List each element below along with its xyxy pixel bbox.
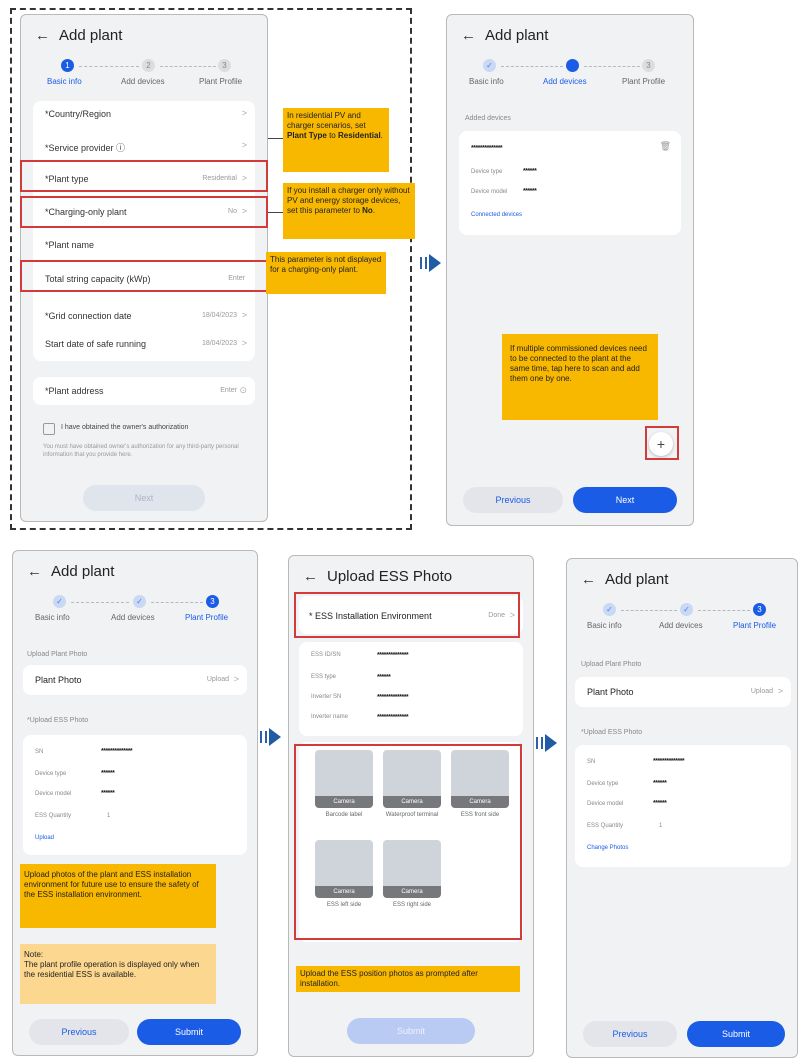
note-charging-only: If you install a charger only without PV…	[283, 183, 415, 239]
device-sn: **************	[471, 145, 503, 152]
note-profile-residential-ess: Note: The plant profile operation is dis…	[20, 944, 216, 1004]
step-1-check-icon: ✓	[483, 59, 496, 72]
submit-button[interactable]: Submit	[137, 1019, 241, 1045]
next-button[interactable]: Next	[83, 485, 205, 511]
plant-photo-card[interactable]: Plant Photo Upload >	[23, 665, 247, 695]
page-title: Add plant	[59, 27, 123, 44]
note-ess-position-photos: Upload the ESS position photos as prompt…	[296, 966, 520, 992]
connected-devices-link[interactable]: Connected devices	[471, 212, 522, 218]
section-upload-ess-photo: *Upload ESS Photo	[27, 717, 89, 724]
step-1-check-icon: ✓	[603, 603, 616, 616]
delete-icon[interactable]: 🗑	[660, 141, 671, 152]
highlight-total-capacity	[20, 260, 268, 292]
authorization-note: You must have obtained owner's authoriza…	[43, 444, 239, 458]
step-label-devices: Add devices	[121, 77, 165, 86]
stepper: ✓ 3 Basic info Add devices Plant Profile	[447, 59, 693, 99]
section-upload-ess-photo: *Upload ESS Photo	[581, 729, 643, 736]
ess-info-card: ESS ID/SN ************** ESS type ******…	[299, 642, 523, 736]
chevron-right-icon: >	[241, 338, 247, 348]
row-service-provider[interactable]: *Service provider ⓘ >	[33, 135, 255, 157]
section-upload-plant-photo: Upload Plant Photo	[27, 651, 88, 658]
device-card: ************** 🗑 Device type ****** Devi…	[459, 131, 681, 235]
back-arrow-icon[interactable]: ←	[461, 27, 476, 44]
plant-photo-card[interactable]: Plant Photo Upload >	[575, 677, 791, 707]
step-label-basic: Basic info	[587, 621, 622, 630]
previous-button[interactable]: Previous	[29, 1019, 129, 1045]
ess-card: SN ************** Device type ****** Dev…	[23, 735, 247, 855]
stepper: 1 2 3 Basic info Add devices Plant Profi…	[21, 59, 267, 99]
row-safe-running-date[interactable]: Start date of safe running 18/04/2023 >	[33, 333, 255, 355]
change-photos-link[interactable]: Change Photos	[587, 845, 628, 851]
dates-card: *Grid connection date 18/04/2023 > Start d…	[33, 301, 255, 361]
step-2-dot	[566, 59, 579, 72]
step-3-dot: 3	[642, 59, 655, 72]
step-2-dot: 2	[142, 59, 155, 72]
row-grid-connection-date[interactable]: *Grid connection date 18/04/2023 >	[33, 305, 255, 327]
page-title: Upload ESS Photo	[327, 568, 453, 585]
step-3-dot: 3	[753, 603, 766, 616]
authorization-checkbox[interactable]	[43, 423, 55, 435]
step-label-profile: Plant Profile	[185, 613, 229, 622]
step-2-check-icon: ✓	[133, 595, 146, 608]
chevron-right-icon: >	[241, 310, 247, 320]
step-label-profile: Plant Profile	[199, 77, 243, 86]
step-label-devices: Add devices	[111, 613, 155, 622]
flow-arrow-right-icon	[536, 734, 558, 752]
note-total-capacity: This parameter is not displayed for a ch…	[266, 252, 386, 294]
chevron-right-icon: >	[241, 140, 247, 150]
row-plant-name[interactable]: *Plant name	[33, 234, 255, 256]
step-label-profile: Plant Profile	[622, 77, 666, 86]
highlight-add-device	[645, 426, 679, 460]
step-label-basic: Basic info	[35, 613, 70, 622]
submit-button[interactable]: Submit	[687, 1021, 785, 1047]
authorization-label: I have obtained the owner's authorizatio…	[61, 424, 189, 431]
highlight-ess-env	[294, 592, 520, 638]
step-1-dot: 1	[61, 59, 74, 72]
chevron-right-icon: >	[233, 674, 239, 684]
step-label-basic: Basic info	[469, 77, 504, 86]
row-plant-address[interactable]: *Plant address Enter ⊙	[33, 380, 255, 402]
submit-button[interactable]: Submit	[347, 1018, 475, 1044]
screen-add-plant-profile-done: ← Add plant ✓ ✓ 3 Basic info Add devices…	[566, 558, 798, 1058]
upload-link[interactable]: Upload	[35, 835, 54, 841]
address-card: *Plant address Enter ⊙	[33, 377, 255, 405]
page-title: Add plant	[605, 571, 669, 588]
flow-arrow-right-icon	[420, 254, 442, 272]
step-2-check-icon: ✓	[680, 603, 693, 616]
back-arrow-icon[interactable]: ←	[581, 571, 596, 588]
section-upload-plant-photo: Upload Plant Photo	[581, 661, 642, 668]
note-upload-photos: Upload photos of the plant and ESS insta…	[20, 864, 216, 928]
next-button[interactable]: Next	[573, 487, 677, 513]
step-label-devices: Add devices	[543, 77, 587, 86]
step-label-profile: Plant Profile	[733, 621, 777, 630]
stepper: ✓ ✓ 3 Basic info Add devices Plant Profi…	[567, 603, 797, 643]
note-scan-devices: If multiple commissioned devices need to…	[502, 334, 658, 420]
section-added-devices: Added devices	[465, 115, 511, 122]
note-plant-type: In residential PV and charger scenarios,…	[283, 108, 389, 172]
highlight-charging-only	[20, 196, 268, 228]
step-1-check-icon: ✓	[53, 595, 66, 608]
step-3-dot: 3	[206, 595, 219, 608]
chevron-right-icon: >	[241, 108, 247, 118]
page-title: Add plant	[51, 563, 115, 580]
back-arrow-icon[interactable]: ←	[27, 563, 42, 580]
flow-arrow-right-icon	[260, 728, 282, 746]
step-label-basic: Basic info	[47, 77, 82, 86]
previous-button[interactable]: Previous	[463, 487, 563, 513]
page-title: Add plant	[485, 27, 549, 44]
highlight-photos	[294, 744, 522, 940]
row-country-region[interactable]: *Country/Region >	[33, 103, 255, 125]
step-3-dot: 3	[218, 59, 231, 72]
previous-button[interactable]: Previous	[583, 1021, 677, 1047]
stepper: ✓ ✓ 3 Basic info Add devices Plant Profi…	[13, 595, 257, 635]
back-arrow-icon[interactable]: ←	[303, 568, 318, 585]
chevron-right-icon: >	[777, 686, 783, 696]
back-arrow-icon[interactable]: ←	[35, 27, 50, 44]
step-label-devices: Add devices	[659, 621, 703, 630]
highlight-plant-type	[20, 160, 268, 192]
ess-card: SN ************** Device type ****** Dev…	[575, 745, 791, 867]
location-icon: ⊙	[239, 385, 247, 395]
